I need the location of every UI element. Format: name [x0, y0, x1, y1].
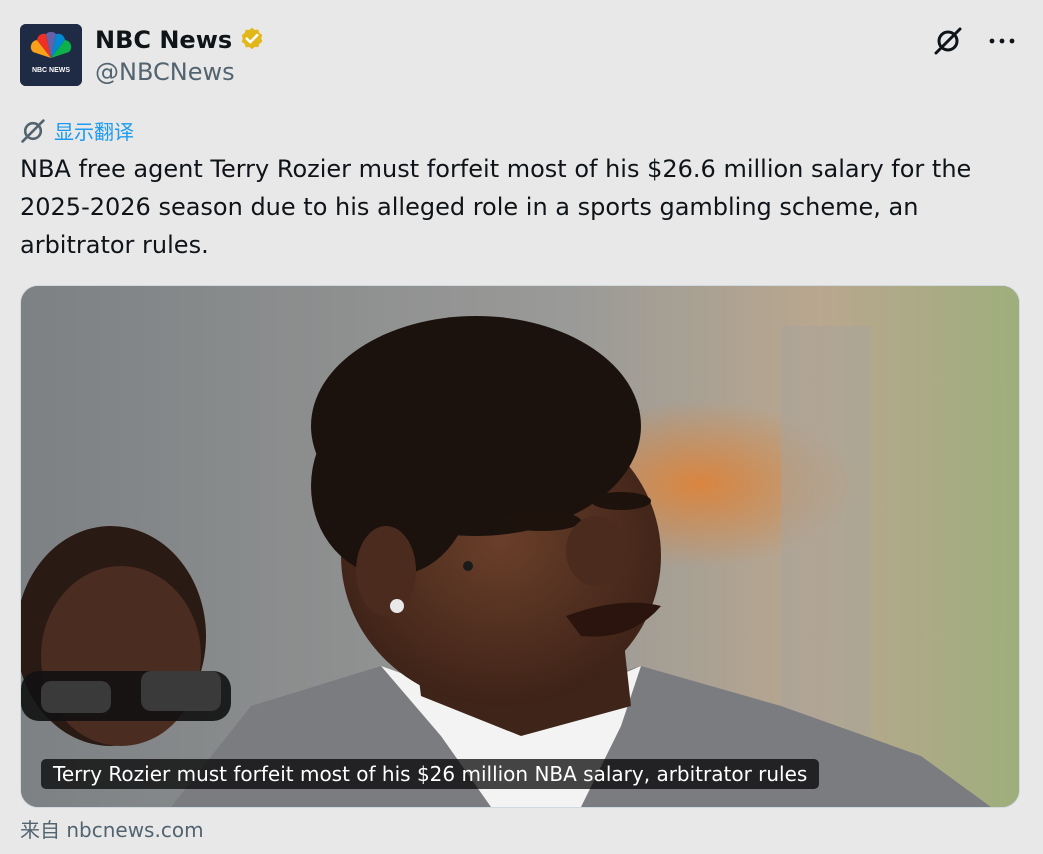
- avatar[interactable]: NBC NEWS: [20, 24, 82, 86]
- grok-icon: [934, 27, 962, 55]
- show-translation-label: 显示翻译: [54, 120, 134, 144]
- avatar-logo-text: NBC NEWS: [32, 67, 70, 74]
- tweet-text: NBA free agent Terry Rozier must forfeit…: [20, 155, 972, 259]
- show-translation-button[interactable]: 显示翻译: [20, 116, 134, 145]
- grok-button[interactable]: [931, 22, 965, 60]
- more-icon: [989, 38, 1015, 44]
- author-block: NBC News @NBCNews: [95, 22, 266, 86]
- card-photo: [21, 286, 1019, 807]
- author-name[interactable]: NBC News: [95, 26, 232, 54]
- author-handle[interactable]: @NBCNews: [95, 58, 266, 86]
- translate-icon: [21, 118, 45, 143]
- card-caption: Terry Rozier must forfeit most of his $2…: [41, 759, 820, 789]
- nbc-peacock-logo: NBC NEWS: [20, 24, 82, 86]
- verified-badge-icon[interactable]: [238, 26, 266, 54]
- card-source[interactable]: 来自 nbcnews.com: [20, 814, 204, 843]
- link-card[interactable]: Terry Rozier must forfeit most of his $2…: [20, 285, 1020, 808]
- more-button[interactable]: [985, 22, 1019, 60]
- top-actions: [931, 22, 1019, 60]
